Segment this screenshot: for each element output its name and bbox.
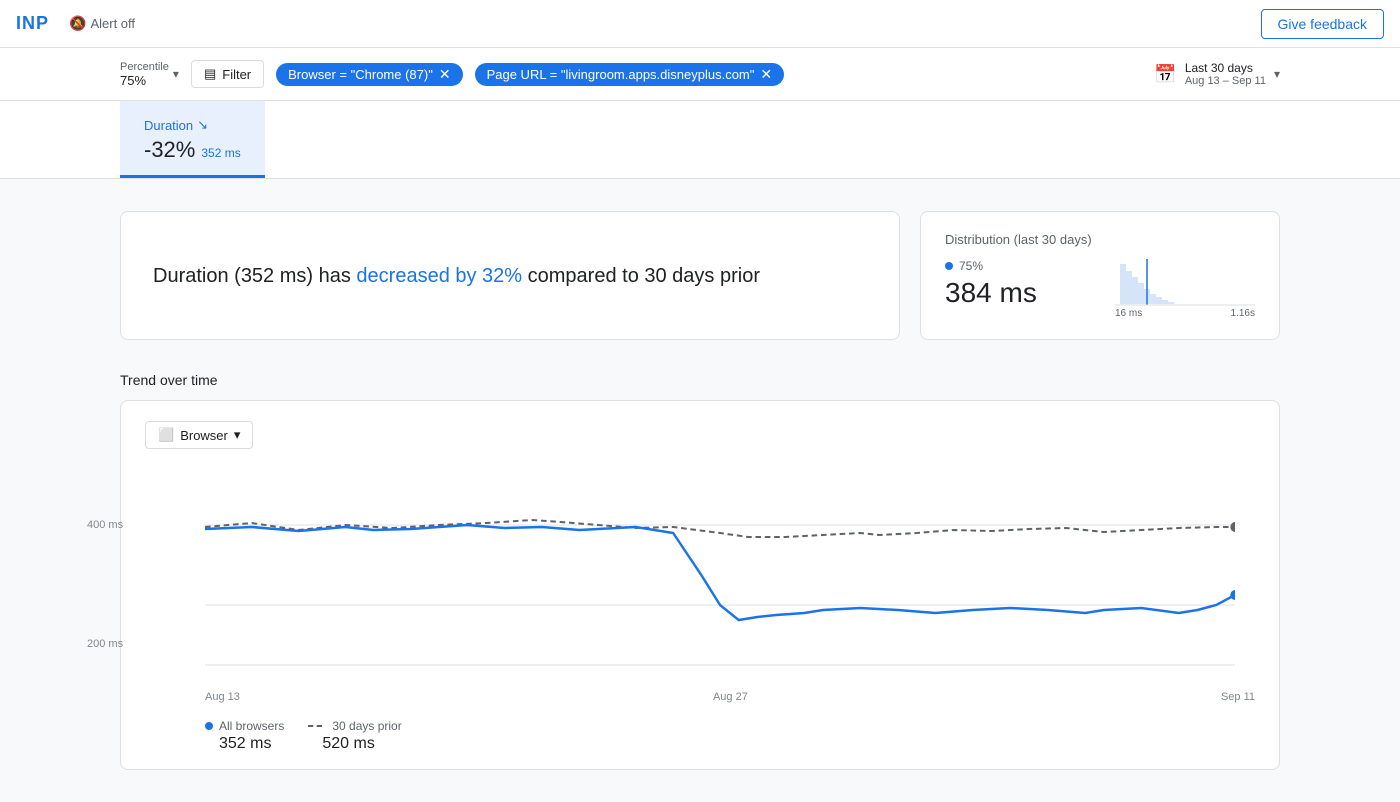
main-content: Duration (352 ms) has decreased by 32% c… bbox=[0, 179, 1400, 802]
prior-label-text: 30 days prior bbox=[332, 719, 401, 733]
url-filter-label: Page URL = "livingroom.apps.disneyplus.c… bbox=[487, 67, 755, 82]
insight-highlight: decreased by 32% bbox=[356, 265, 522, 287]
chevron-down-icon: ▾ bbox=[173, 67, 179, 81]
date-chevron-icon: ▾ bbox=[1274, 67, 1280, 81]
duration-tab[interactable]: Duration ↘ -32% 352 ms bbox=[120, 101, 265, 178]
distribution-chart-svg bbox=[1115, 259, 1255, 309]
percentile-value: 75% bbox=[120, 73, 169, 88]
browser-selector[interactable]: ⬜ Browser ▾ bbox=[145, 421, 253, 449]
legend-all-browsers: All browsers 352 ms bbox=[205, 719, 284, 753]
give-feedback-button[interactable]: Give feedback bbox=[1261, 9, 1385, 39]
trend-chart-svg bbox=[205, 465, 1235, 685]
trend-card: ⬜ Browser ▾ 400 ms 200 ms bbox=[120, 400, 1280, 770]
url-filter-close-icon[interactable]: ✕ bbox=[760, 67, 772, 81]
inp-badge: INP bbox=[16, 13, 49, 34]
x-label-aug27: Aug 27 bbox=[713, 691, 748, 703]
browser-selector-label: Browser bbox=[180, 428, 228, 443]
browser-icon: ⬜ bbox=[158, 427, 174, 443]
browser-filter-label: Browser = "Chrome (87)" bbox=[288, 67, 433, 82]
percentile-label: Percentile bbox=[120, 61, 169, 73]
date-range-selector[interactable]: 📅 Last 30 days Aug 13 – Sep 11 ▾ bbox=[1154, 61, 1280, 87]
distribution-percentile-label: 75% bbox=[959, 259, 983, 273]
distribution-value: 384 ms bbox=[945, 277, 1103, 309]
summary-row: Duration (352 ms) has decreased by 32% c… bbox=[120, 211, 1280, 340]
x-label-sep11: Sep 11 bbox=[1221, 691, 1255, 703]
all-browsers-label-text: All browsers bbox=[219, 719, 284, 733]
top-bar: INP 🔕 Alert off Give feedback bbox=[0, 0, 1400, 48]
duration-tab-value: -32% 352 ms bbox=[144, 137, 241, 163]
distribution-percentile: 75% bbox=[945, 259, 1103, 273]
distribution-chart: 16 ms 1.16s bbox=[1115, 259, 1255, 319]
chart-area bbox=[205, 465, 1235, 685]
x-label-aug13: Aug 13 bbox=[205, 691, 240, 703]
prior-value: 520 ms bbox=[308, 735, 401, 753]
alert-off-label: Alert off bbox=[90, 16, 135, 31]
distribution-chart-labels: 16 ms 1.16s bbox=[1115, 308, 1255, 319]
insight-text-after: compared to 30 days prior bbox=[522, 265, 760, 287]
distribution-x-start: 16 ms bbox=[1115, 308, 1142, 319]
calendar-icon: 📅 bbox=[1154, 64, 1176, 85]
legend-prior-label: 30 days prior bbox=[308, 719, 401, 733]
distribution-dot bbox=[945, 262, 953, 270]
duration-tab-sub: 352 ms bbox=[201, 146, 240, 160]
chart-y-labels: 400 ms 200 ms bbox=[87, 465, 123, 703]
browser-chevron-icon: ▾ bbox=[234, 427, 241, 443]
date-text: Last 30 days Aug 13 – Sep 11 bbox=[1185, 61, 1266, 87]
browser-filter-chip[interactable]: Browser = "Chrome (87)" ✕ bbox=[276, 63, 462, 86]
top-bar-right: Give feedback bbox=[1261, 9, 1385, 39]
alert-off-button[interactable]: 🔕 Alert off bbox=[69, 15, 135, 32]
all-browsers-dot bbox=[205, 722, 213, 730]
metric-tabs: Duration ↘ -32% 352 ms bbox=[0, 101, 1400, 179]
y-label-200: 200 ms bbox=[87, 638, 123, 650]
chart-container: 400 ms 200 ms bbox=[145, 465, 1255, 703]
insight-card: Duration (352 ms) has decreased by 32% c… bbox=[120, 211, 900, 340]
date-range-value: Aug 13 – Sep 11 bbox=[1185, 75, 1266, 87]
all-browsers-value: 352 ms bbox=[205, 735, 284, 753]
distribution-info: 75% 384 ms bbox=[945, 259, 1103, 309]
trend-section-label: Trend over time bbox=[120, 372, 1280, 388]
insight-text: Duration (352 ms) has decreased by 32% c… bbox=[153, 261, 760, 291]
chart-legend: All browsers 352 ms 30 days prior 520 ms bbox=[145, 703, 1255, 753]
duration-tab-name: Duration ↘ bbox=[144, 117, 241, 133]
percentile-selector[interactable]: Percentile 75% ▾ bbox=[120, 61, 179, 88]
filter-button[interactable]: ▤ Filter bbox=[191, 60, 264, 88]
bell-off-icon: 🔕 bbox=[69, 15, 86, 32]
chart-x-labels: Aug 13 Aug 27 Sep 11 bbox=[145, 685, 1255, 703]
filter-bar: Percentile 75% ▾ ▤ Filter Browser = "Chr… bbox=[0, 48, 1400, 101]
filter-label: Filter bbox=[222, 67, 251, 82]
date-range-label: Last 30 days bbox=[1185, 61, 1266, 75]
legend-all-browsers-label: All browsers bbox=[205, 719, 284, 733]
y-label-400: 400 ms bbox=[87, 519, 123, 531]
prior-dash-icon bbox=[308, 725, 322, 727]
insight-text-before: Duration (352 ms) has bbox=[153, 265, 356, 287]
distribution-row: 75% 384 ms bbox=[945, 259, 1255, 319]
top-bar-left: INP 🔕 Alert off bbox=[16, 13, 135, 34]
legend-prior: 30 days prior 520 ms bbox=[308, 719, 401, 753]
filter-icon: ▤ bbox=[204, 66, 216, 82]
browser-filter-close-icon[interactable]: ✕ bbox=[439, 67, 451, 81]
distribution-x-end: 1.16s bbox=[1231, 308, 1255, 319]
distribution-title: Distribution (last 30 days) bbox=[945, 232, 1255, 247]
distribution-card: Distribution (last 30 days) 75% 384 ms bbox=[920, 211, 1280, 340]
url-filter-chip[interactable]: Page URL = "livingroom.apps.disneyplus.c… bbox=[475, 63, 785, 86]
